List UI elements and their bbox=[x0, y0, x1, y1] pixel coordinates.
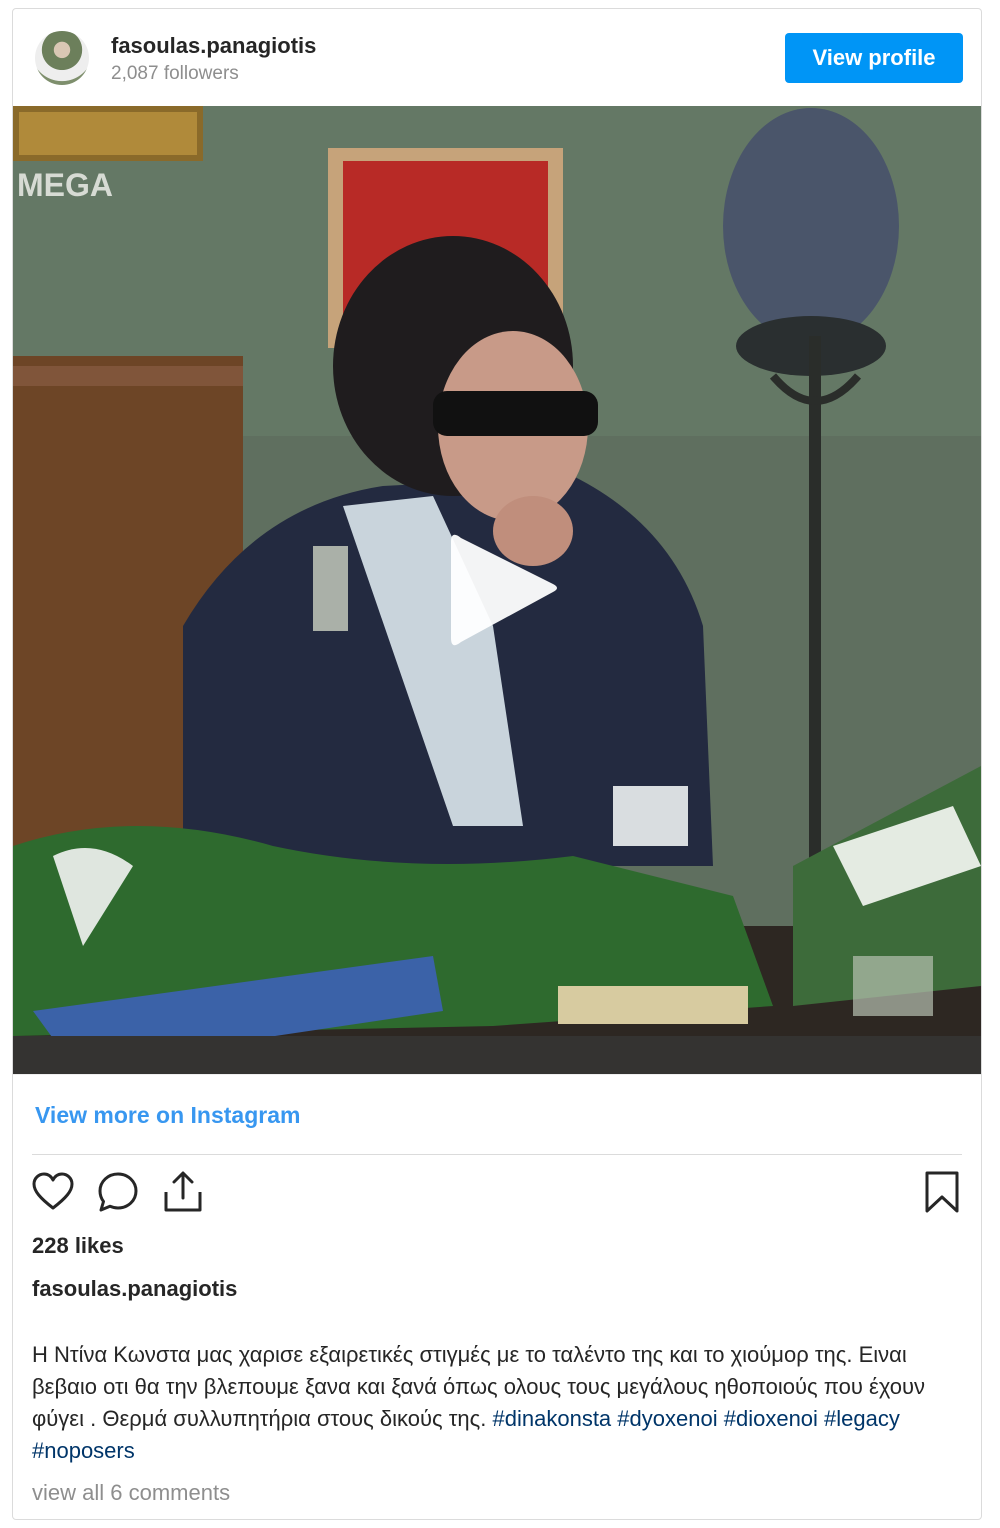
video-thumbnail[interactable]: MEGA bbox=[13, 106, 981, 1074]
avatar[interactable] bbox=[35, 31, 89, 85]
comment-icon[interactable] bbox=[95, 1169, 141, 1215]
share-icon[interactable] bbox=[160, 1169, 206, 1215]
follower-count: 2,087 followers bbox=[111, 63, 239, 84]
hashtag-link[interactable]: #dioxenoi bbox=[724, 1406, 818, 1431]
caption-username[interactable]: fasoulas.panagiotis bbox=[32, 1276, 237, 1302]
bookmark-icon[interactable] bbox=[919, 1169, 965, 1215]
header-username[interactable]: fasoulas.panagiotis bbox=[111, 33, 316, 59]
hashtag-link[interactable]: #dinakonsta bbox=[493, 1406, 612, 1431]
view-more-on-instagram-link[interactable]: View more on Instagram bbox=[35, 1102, 300, 1129]
hashtag-link[interactable]: #noposers bbox=[32, 1438, 135, 1463]
divider bbox=[13, 1074, 981, 1075]
hashtag-link[interactable]: #dyoxenoi bbox=[617, 1406, 717, 1431]
action-bar bbox=[13, 1169, 981, 1219]
divider bbox=[32, 1154, 962, 1155]
post-header: fasoulas.panagiotis 2,087 followers View… bbox=[13, 9, 981, 105]
like-count[interactable]: 228 likes bbox=[32, 1233, 124, 1259]
view-all-comments-link[interactable]: view all 6 comments bbox=[32, 1480, 230, 1506]
view-profile-button[interactable]: View profile bbox=[785, 33, 963, 83]
video-frame: MEGA bbox=[13, 106, 981, 1074]
heart-icon[interactable] bbox=[30, 1169, 76, 1215]
hashtag-link[interactable]: #legacy bbox=[824, 1406, 900, 1431]
channel-watermark: MEGA bbox=[17, 167, 113, 203]
post-caption: Η Ντίνα Κωνστα μας χαρισε εξαιρετικές στ… bbox=[32, 1339, 967, 1467]
instagram-embed-card: fasoulas.panagiotis 2,087 followers View… bbox=[12, 8, 982, 1520]
